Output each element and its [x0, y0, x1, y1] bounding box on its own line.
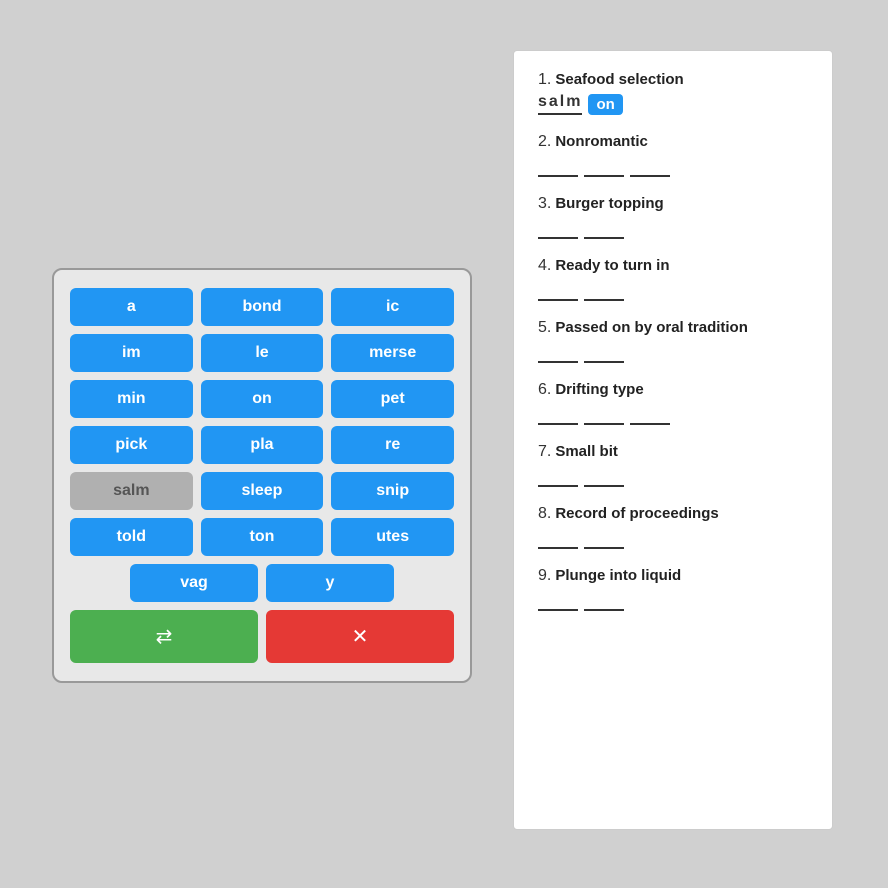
key-pla[interactable]: pla [201, 426, 324, 464]
clue-7: 7. Small bit [538, 443, 808, 487]
key-salm[interactable]: salm [70, 472, 193, 510]
clue-8-answer [538, 527, 808, 549]
clue-4-text: Ready to turn in [555, 257, 669, 274]
clue-9-answer [538, 589, 808, 611]
clue-8-number: 8. [538, 505, 551, 523]
clue-2: 2. Nonromantic [538, 133, 808, 177]
clue-3-answer [538, 217, 808, 239]
clue-8-text: Record of proceedings [555, 505, 718, 522]
clue-8: 8. Record of proceedings [538, 505, 808, 549]
key-min[interactable]: min [70, 380, 193, 418]
key-a[interactable]: a [70, 288, 193, 326]
key-le[interactable]: le [201, 334, 324, 372]
clue-2-part-1 [538, 155, 578, 177]
clue-9-text: Plunge into liquid [555, 567, 681, 584]
key-pet[interactable]: pet [331, 380, 454, 418]
clue-2-part-2 [584, 155, 624, 177]
clue-1-part-2: on [588, 94, 622, 115]
clue-1-answer: salm on [538, 93, 808, 115]
key-ton[interactable]: ton [201, 518, 324, 556]
clue-6-number: 6. [538, 381, 551, 399]
key-y[interactable]: y [266, 564, 394, 602]
clue-7-number: 7. [538, 443, 551, 461]
key-pick[interactable]: pick [70, 426, 193, 464]
clue-9-part-1 [538, 589, 578, 611]
clue-2-part-3 [630, 155, 670, 177]
key-ic[interactable]: ic [331, 288, 454, 326]
clue-6-text: Drifting type [555, 381, 643, 398]
key-row-bottom: vag y [70, 564, 454, 602]
clue-1-number: 1. [538, 71, 551, 89]
clue-3-number: 3. [538, 195, 551, 213]
key-utes[interactable]: utes [331, 518, 454, 556]
key-re[interactable]: re [331, 426, 454, 464]
action-row: ⇄ ✕ [70, 610, 454, 663]
clue-5-text: Passed on by oral tradition [555, 319, 748, 336]
clue-3-part-2 [584, 217, 624, 239]
key-im[interactable]: im [70, 334, 193, 372]
clue-6-part-2 [584, 403, 624, 425]
key-told[interactable]: told [70, 518, 193, 556]
clue-8-part-1 [538, 527, 578, 549]
clue-5-part-1 [538, 341, 578, 363]
clue-5-answer [538, 341, 808, 363]
clue-5-part-2 [584, 341, 624, 363]
clue-4-part-1 [538, 279, 578, 301]
clue-2-text: Nonromantic [555, 133, 648, 150]
clue-1-part-1: salm [538, 93, 582, 115]
clue-4: 4. Ready to turn in [538, 257, 808, 301]
key-vag[interactable]: vag [130, 564, 258, 602]
delete-button[interactable]: ✕ [266, 610, 454, 663]
clue-7-part-2 [584, 465, 624, 487]
key-sleep[interactable]: sleep [201, 472, 324, 510]
clue-9-number: 9. [538, 567, 551, 585]
clue-4-number: 4. [538, 257, 551, 275]
clue-6-answer [538, 403, 808, 425]
clue-9-part-2 [584, 589, 624, 611]
key-grid: a bond ic im le merse min on pet pick pl… [70, 288, 454, 556]
clue-3-part-1 [538, 217, 578, 239]
key-bond[interactable]: bond [201, 288, 324, 326]
clue-1-text: Seafood selection [555, 71, 683, 88]
clue-3-text: Burger topping [555, 195, 663, 212]
clue-5: 5. Passed on by oral tradition [538, 319, 808, 363]
clues-panel: 1. Seafood selection salm on 2. Nonroman… [513, 50, 833, 830]
clue-5-number: 5. [538, 319, 551, 337]
key-on[interactable]: on [201, 380, 324, 418]
clue-6-part-1 [538, 403, 578, 425]
key-merse[interactable]: merse [331, 334, 454, 372]
clue-9: 9. Plunge into liquid [538, 567, 808, 611]
clue-8-part-2 [584, 527, 624, 549]
shuffle-button[interactable]: ⇄ [70, 610, 258, 663]
clue-7-text: Small bit [555, 443, 618, 460]
clue-3: 3. Burger topping [538, 195, 808, 239]
clue-1: 1. Seafood selection salm on [538, 71, 808, 115]
keyboard-panel: a bond ic im le merse min on pet pick pl… [52, 268, 472, 683]
clue-7-answer [538, 465, 808, 487]
clue-6-part-3 [630, 403, 670, 425]
clue-7-part-1 [538, 465, 578, 487]
clue-2-number: 2. [538, 133, 551, 151]
key-snip[interactable]: snip [331, 472, 454, 510]
clue-4-part-2 [584, 279, 624, 301]
clue-2-answer [538, 155, 808, 177]
clue-6: 6. Drifting type [538, 381, 808, 425]
clue-4-answer [538, 279, 808, 301]
